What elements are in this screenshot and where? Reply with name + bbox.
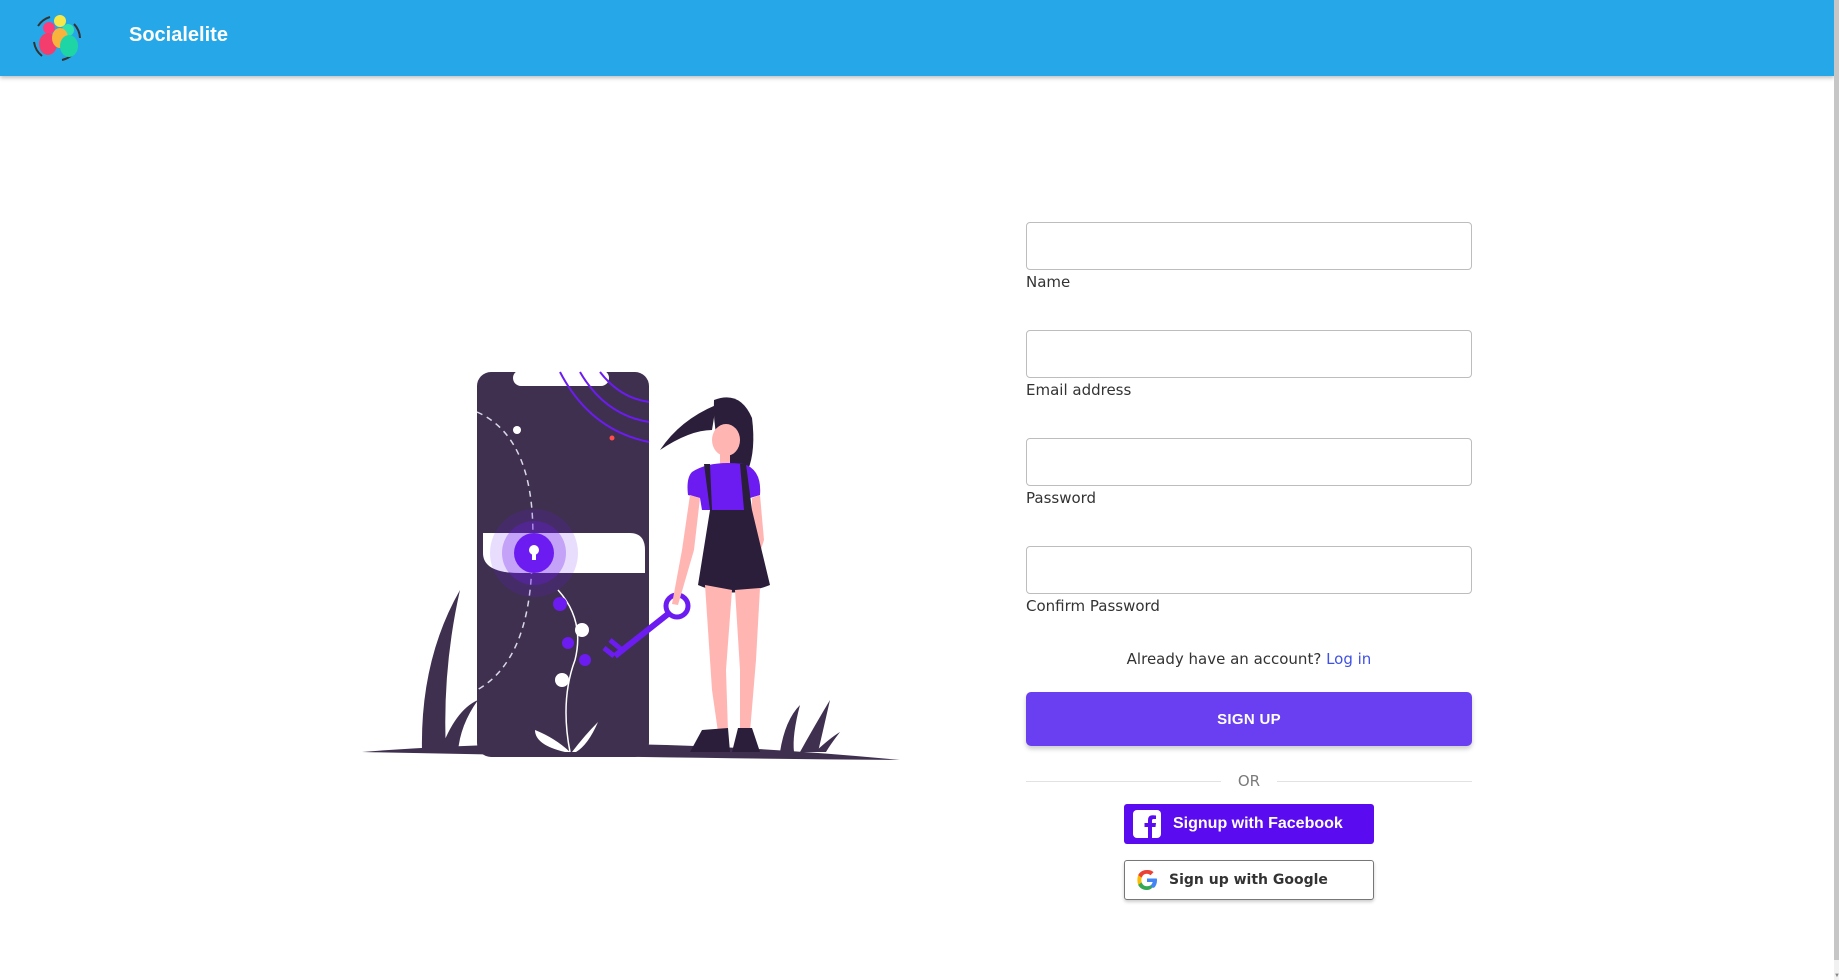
- unlock-phone-illustration: [362, 370, 900, 760]
- login-prompt-text: Already have an account?: [1126, 650, 1322, 668]
- divider-line-right: [1277, 781, 1472, 782]
- password-field-group: Password: [1026, 438, 1472, 507]
- login-link[interactable]: Log in: [1326, 650, 1371, 668]
- password-input[interactable]: [1026, 438, 1472, 486]
- facebook-signup-label: Signup with Facebook: [1173, 815, 1343, 832]
- signup-form: Name Email address Password Confirm Pass…: [1026, 222, 1472, 914]
- name-field-group: Name: [1026, 222, 1472, 291]
- login-prompt: Already have an account? Log in: [1026, 650, 1472, 668]
- google-icon: [1137, 869, 1157, 890]
- email-field-group: Email address: [1026, 330, 1472, 399]
- facebook-signup-button[interactable]: Signup with Facebook: [1124, 804, 1374, 844]
- socialelite-logo-icon[interactable]: [30, 12, 84, 64]
- name-label: Name: [1026, 273, 1071, 291]
- divider-line-left: [1026, 781, 1221, 782]
- confirm-password-input[interactable]: [1026, 546, 1472, 594]
- email-label: Email address: [1026, 381, 1132, 399]
- confirm-password-field-group: Confirm Password: [1026, 546, 1472, 615]
- divider-label: OR: [1237, 772, 1261, 790]
- scroll-down-arrow-icon[interactable]: ▼: [1834, 972, 1839, 980]
- app-brand-name[interactable]: Socialelite: [129, 24, 228, 47]
- google-signup-button[interactable]: Sign up with Google: [1124, 860, 1374, 900]
- confirm-password-label: Confirm Password: [1026, 597, 1160, 615]
- social-buttons: Signup with Facebook Sign up with Google: [1026, 804, 1472, 914]
- signup-button[interactable]: SIGN UP: [1026, 692, 1472, 746]
- email-input[interactable]: [1026, 330, 1472, 378]
- name-input[interactable]: [1026, 222, 1472, 270]
- password-label: Password: [1026, 489, 1097, 507]
- scrollbar-thumb[interactable]: [1834, 0, 1839, 960]
- or-divider: OR: [1026, 772, 1472, 790]
- facebook-icon: [1133, 810, 1161, 838]
- google-signup-label: Sign up with Google: [1169, 872, 1328, 888]
- top-navbar: Socialelite: [0, 0, 1834, 76]
- page-scrollbar[interactable]: ▼: [1834, 0, 1839, 980]
